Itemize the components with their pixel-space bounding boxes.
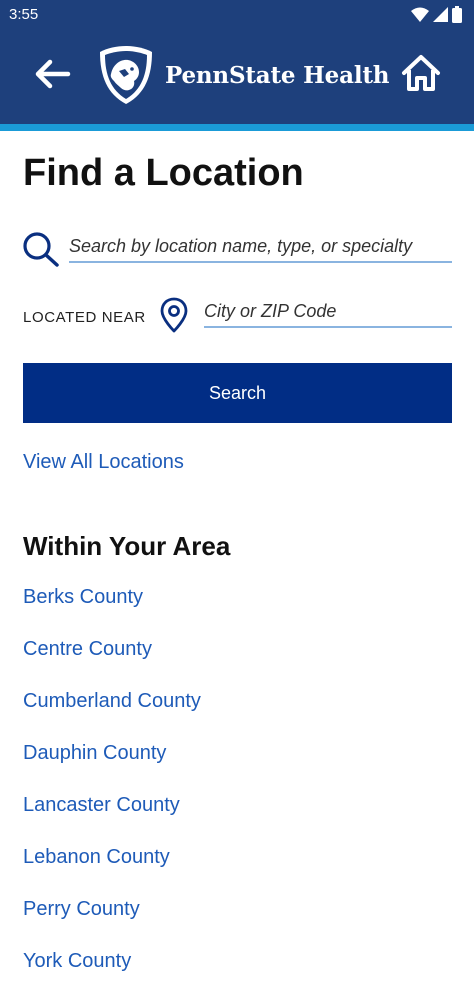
county-link-cumberland[interactable]: Cumberland County	[23, 690, 443, 742]
county-link-dauphin[interactable]: Dauphin County	[23, 742, 443, 794]
brand-logo: PennState Health	[97, 44, 390, 106]
county-link-centre[interactable]: Centre County	[23, 638, 443, 690]
brand-name: PennState Health	[165, 61, 390, 89]
county-link-lancaster[interactable]: Lancaster County	[23, 794, 443, 846]
app-header: 3:55 PennState Health	[0, 0, 474, 124]
search-input[interactable]	[69, 231, 452, 263]
county-list: Berks County Centre County Cumberland Co…	[23, 586, 443, 1000]
county-link-perry[interactable]: Perry County	[23, 898, 443, 950]
county-link-lebanon[interactable]: Lebanon County	[23, 846, 443, 898]
wifi-icon	[411, 7, 429, 22]
view-all-locations-link[interactable]: View All Locations	[23, 451, 184, 474]
signal-icon	[433, 6, 448, 22]
nittany-lion-shield-icon	[100, 46, 152, 104]
status-icons	[411, 5, 462, 23]
county-link-york[interactable]: York County	[23, 950, 443, 1000]
located-near-row: LOCATED NEAR	[23, 295, 452, 333]
within-your-area-heading: Within Your Area	[23, 531, 231, 561]
battery-icon	[452, 5, 462, 23]
map-pin-icon	[160, 297, 188, 333]
city-zip-input[interactable]	[204, 297, 452, 328]
header-accent-stripe	[0, 124, 474, 131]
search-icon	[23, 232, 59, 267]
page-title: Find a Location	[23, 152, 304, 194]
find-location-screen: 3:55 PennState Health Find a Location Se…	[0, 0, 474, 1000]
search-row	[22, 229, 452, 267]
arrow-left-icon	[35, 59, 71, 89]
status-time: 3:55	[9, 6, 39, 23]
county-link-berks[interactable]: Berks County	[23, 586, 443, 638]
home-button[interactable]	[398, 50, 444, 96]
located-near-label: LOCATED NEAR	[23, 309, 146, 326]
back-button[interactable]	[28, 52, 76, 96]
search-button[interactable]: Search	[23, 363, 452, 423]
home-icon	[402, 55, 440, 91]
